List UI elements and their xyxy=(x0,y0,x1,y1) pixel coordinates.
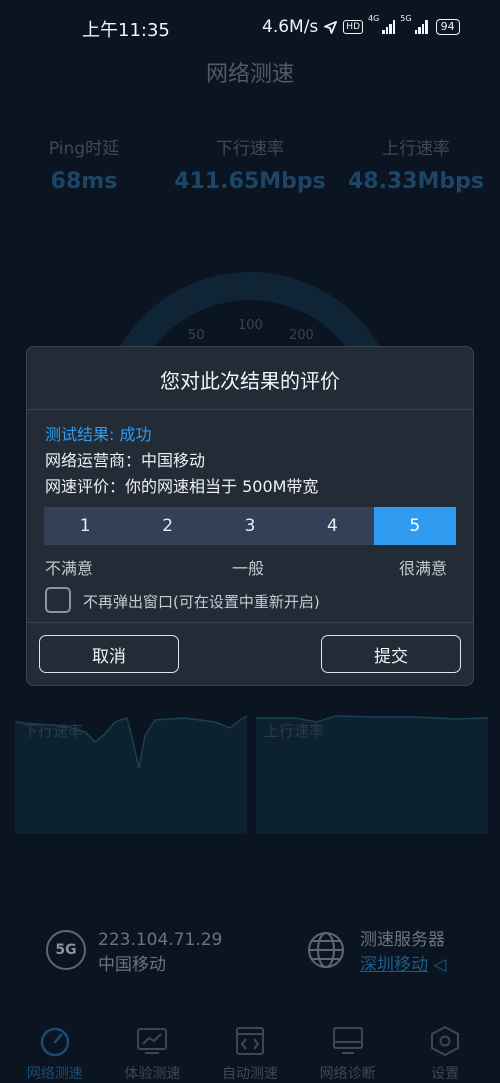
carrier-line: 网络运营商：中国移动 xyxy=(45,451,206,470)
rating-option-2[interactable]: 2 xyxy=(126,507,209,545)
metric-label: Ping时延 xyxy=(48,139,120,159)
divider xyxy=(27,409,473,410)
battery-icon: 94 xyxy=(435,19,460,35)
signal-strength-icon xyxy=(414,20,428,34)
monitor-icon xyxy=(332,1027,363,1054)
ip-info: 223.104.71.29 中国移动 xyxy=(98,928,222,978)
settings-hexagon-icon xyxy=(431,1025,460,1057)
test-result-line: 测试结果: 成功 xyxy=(45,425,152,444)
server-name[interactable]: 深圳移动 xyxy=(360,955,428,975)
speed-test-screen: 上午11:35 4.6M/s HD 4G 5G 94 网络测速 Ping时延 6… xyxy=(0,0,500,1083)
rating-option-4[interactable]: 4 xyxy=(291,507,374,545)
gauge-tick: 100 xyxy=(238,318,263,333)
status-time: 上午11:35 xyxy=(82,20,170,41)
hd-badge: HD xyxy=(343,20,363,34)
gauge-tick: 200 xyxy=(289,328,314,343)
network-5g-label: 5G xyxy=(400,14,412,23)
nav-label: 设置 xyxy=(431,1066,460,1082)
carrier-name: 中国移动 xyxy=(98,955,166,975)
scale-mid-label: 一般 xyxy=(232,559,265,578)
status-bar: 上午11:35 4.6M/s HD 4G 5G 94 xyxy=(0,0,500,52)
upload-chart-label: 上行速率 xyxy=(264,722,325,740)
nav-label: 网络测速 xyxy=(26,1066,83,1082)
arrow-left-icon: ◁ xyxy=(433,955,447,975)
nav-label: 网络诊断 xyxy=(319,1066,376,1082)
submit-button[interactable]: 提交 xyxy=(321,635,461,673)
dont-show-again-label: 不再弹出窗口(可在设置中重新开启) xyxy=(83,593,320,611)
server-link[interactable]: 深圳移动 ◁ xyxy=(360,953,446,978)
dont-show-again-checkbox[interactable] xyxy=(45,587,71,613)
nav-label: 自动测速 xyxy=(221,1066,278,1082)
metric-label: 下行速率 xyxy=(216,139,284,159)
metric-value: 68ms xyxy=(50,169,118,194)
nav-label: 体验测速 xyxy=(124,1066,181,1082)
cancel-button[interactable]: 取消 xyxy=(39,635,179,673)
speed-rating-line: 网速评价：你的网速相当于 500M带宽 xyxy=(45,477,319,496)
network-4g-label: 4G xyxy=(368,14,380,23)
divider xyxy=(27,622,473,623)
nav-speed-test[interactable]: 网络测速 xyxy=(7,1013,103,1083)
net-speed: 4.6M/s xyxy=(262,17,319,37)
result-metrics: Ping时延 68ms 下行速率 411.65Mbps 上行速率 48.33Mb… xyxy=(0,134,500,194)
server-info: 测速服务器 深圳移动 ◁ xyxy=(360,928,446,978)
rating-option-3[interactable]: 3 xyxy=(208,507,292,545)
rating-option-1[interactable]: 1 xyxy=(44,507,127,545)
nav-auto-test[interactable]: 自动测速 xyxy=(202,1013,298,1083)
gauge-tick: 50 xyxy=(188,328,205,343)
metric-ping: Ping时延 68ms xyxy=(4,134,164,194)
rating-selector: 1 2 3 4 5 xyxy=(44,507,457,545)
metric-label: 上行速率 xyxy=(382,139,450,159)
metric-value: 411.65Mbps xyxy=(174,169,326,194)
page-title: 网络测速 xyxy=(205,62,294,87)
ip-address: 223.104.71.29 xyxy=(98,930,223,950)
server-label: 测速服务器 xyxy=(360,930,445,950)
rating-dialog: 您对此次结果的评价 测试结果: 成功 网络运营商：中国移动 网速评价：你的网速相… xyxy=(26,346,474,686)
nav-experience-test[interactable]: 体验测速 xyxy=(104,1013,200,1083)
scale-high-label: 很满意 xyxy=(399,559,448,578)
nav-network-diagnosis[interactable]: 网络诊断 xyxy=(300,1013,396,1083)
rating-option-5[interactable]: 5 xyxy=(373,507,457,545)
download-chart: 下行速率 xyxy=(15,712,247,834)
globe-icon xyxy=(308,932,344,968)
download-chart-label: 下行速率 xyxy=(23,722,84,740)
auto-code-icon xyxy=(235,1027,264,1055)
metric-value: 48.33Mbps xyxy=(347,169,485,194)
nav-settings[interactable]: 设置 xyxy=(397,1013,493,1083)
upload-chart: 上行速率 xyxy=(256,712,488,834)
scale-low-label: 不满意 xyxy=(45,559,94,578)
experience-chart-icon xyxy=(137,1028,168,1054)
metric-upload: 上行速率 48.33Mbps xyxy=(336,134,496,194)
location-arrow-icon xyxy=(324,20,338,34)
speedometer-icon xyxy=(40,1027,70,1057)
dialog-title: 您对此次结果的评价 xyxy=(160,369,340,393)
bottom-nav: 网络测速 体验测速 自动测速 网络诊断 设置 xyxy=(0,1013,500,1083)
signal-strength-icon xyxy=(382,20,396,34)
network-5g-icon: 5G xyxy=(46,930,86,970)
status-indicators: 4.6M/s HD 4G 5G 94 xyxy=(262,14,460,40)
metric-download: 下行速率 411.65Mbps xyxy=(170,134,330,194)
